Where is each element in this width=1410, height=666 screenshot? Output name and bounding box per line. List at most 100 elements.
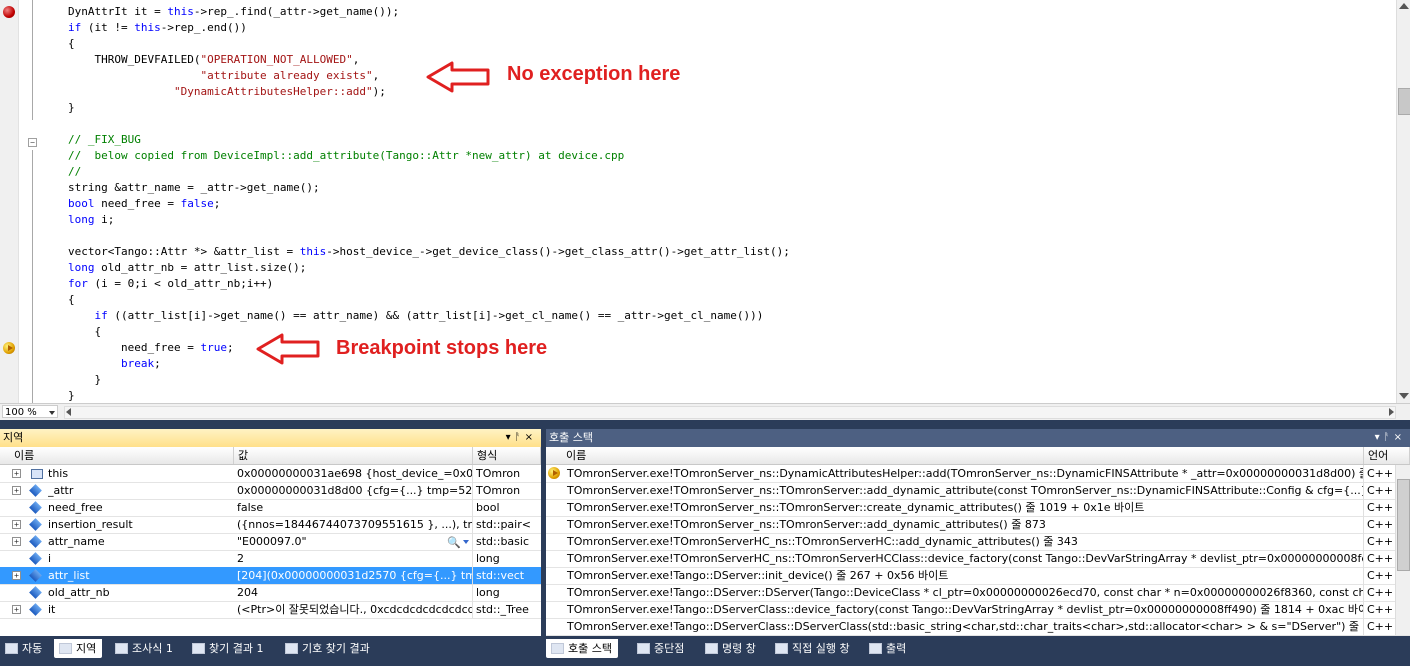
variable-value[interactable]: 0x00000000031d8d00 {cfg={...} tmp=5268 (234, 482, 473, 499)
code-editor[interactable]: − DynAttrIt it = this->rep_.find(_attr->… (0, 0, 1410, 403)
code-line[interactable]: if ((attr_list[i]->get_name() == attr_na… (68, 308, 790, 324)
code-line[interactable]: DynAttrIt it = this->rep_.find(_attr->ge… (68, 4, 790, 20)
table-row[interactable]: need_free false bool (0, 499, 541, 517)
collapse-region-icon[interactable]: − (28, 138, 37, 147)
column-header-name[interactable]: 이름 (546, 447, 1364, 464)
code-line[interactable]: // (68, 164, 790, 180)
code-line[interactable]: { (68, 292, 790, 308)
table-row[interactable]: + _attr 0x00000000031d8d00 {cfg={...} tmp=… (0, 482, 541, 500)
tab-2[interactable]: 명령 창 (700, 639, 762, 658)
callstack-frame-row[interactable]: TOmronServer.exe!TOmronServer_ns::TOmron… (546, 516, 1410, 534)
dropdown-icon[interactable]: ▾ (1375, 432, 1384, 443)
tab-4[interactable]: 출력 (864, 639, 912, 658)
callstack-frame-row[interactable]: TOmronServer.exe!TOmronServerHC_ns::TOmr… (546, 533, 1410, 551)
scroll-right-icon[interactable] (1389, 408, 1394, 416)
variable-type: TOmron (476, 484, 521, 497)
close-icon[interactable]: × (1394, 432, 1406, 443)
zoom-combobox[interactable]: 100 % (2, 405, 58, 418)
dropdown-icon[interactable]: ▾ (506, 432, 515, 443)
expand-icon[interactable]: + (12, 537, 21, 546)
scroll-thumb[interactable] (1398, 88, 1410, 115)
code-line[interactable]: long i; (68, 212, 790, 228)
variable-value[interactable]: 204 (234, 584, 473, 601)
tab-label: 기호 찾기 결과 (302, 642, 370, 655)
chevron-down-icon[interactable] (49, 411, 55, 415)
callstack-frame-row[interactable]: TOmronServer.exe!TOmronServer_ns::TOmron… (546, 499, 1410, 517)
code-line[interactable]: } (68, 372, 790, 388)
code-line[interactable]: // below copied from DeviceImpl::add_att… (68, 148, 790, 164)
breakpoint-icon[interactable] (3, 6, 15, 18)
current-statement-arrow-icon[interactable] (3, 342, 15, 354)
tab-0[interactable]: 자동 (0, 639, 48, 658)
scroll-left-icon[interactable] (66, 408, 71, 416)
column-header-type[interactable]: 형식 (473, 447, 541, 464)
editor-horizontal-scrollbar[interactable] (64, 406, 1396, 419)
text-visualizer-search-icon[interactable]: 🔍 (447, 534, 461, 551)
code-line[interactable]: { (68, 36, 790, 52)
pin-icon[interactable]: ᚨ (515, 432, 525, 443)
breakpoint-margin[interactable] (0, 0, 19, 403)
code-line[interactable]: bool need_free = false; (68, 196, 790, 212)
table-row[interactable]: + it (<Ptr>이 잘못되었습니다., 0xcdcdcdcdcdcdcd std… (0, 601, 541, 619)
code-line[interactable]: } (68, 100, 790, 116)
tab-1[interactable]: 지역 (54, 639, 103, 658)
callstack-frame-row[interactable]: TOmronServer.exe!Tango::DServerClass::DS… (546, 618, 1410, 636)
locals-title-bar[interactable]: 지역 ▾ᚨ× (0, 429, 541, 447)
code-line[interactable]: if (it != this->rep_.end()) (68, 20, 790, 36)
code-line[interactable]: } (68, 388, 790, 403)
table-row[interactable]: + insertion_result ({nnos=1844674407370955… (0, 516, 541, 534)
chevron-down-icon[interactable] (463, 540, 469, 544)
code-line[interactable] (68, 228, 790, 244)
code-token: ((attr_list[i]->get_name() == attr_name)… (107, 309, 764, 322)
table-row[interactable]: + attr_name "E000097.0" std::basic 🔍 (0, 533, 541, 551)
callstack-scrollbar[interactable] (1395, 465, 1410, 635)
tab-1[interactable]: 중단점 (632, 639, 690, 658)
callstack-frame-row[interactable]: TOmronServer.exe!TOmronServerHC_ns::TOmr… (546, 550, 1410, 568)
callstack-frame-row[interactable]: TOmronServer.exe!TOmronServer_ns::TOmron… (546, 482, 1410, 500)
tab-label: 직접 실행 창 (792, 642, 850, 655)
code-line[interactable] (68, 116, 790, 132)
pin-icon[interactable]: ᚨ (1384, 432, 1394, 443)
variable-value[interactable]: 0x00000000031ae698 {host_device_=0x00000 (234, 465, 473, 482)
callstack-frame-row[interactable]: TOmronServer.exe!Tango::DServer::init_de… (546, 567, 1410, 585)
column-header-language[interactable]: 언어 (1364, 447, 1410, 464)
code-comment: // below copied from DeviceImpl::add_att… (68, 149, 625, 162)
scroll-thumb[interactable] (1397, 479, 1410, 571)
tab-4[interactable]: 기호 찾기 결과 (280, 639, 376, 658)
variable-value[interactable]: ({nnos=18446744073709551615 }, ...), tru (234, 516, 473, 533)
close-icon[interactable]: × (525, 432, 537, 443)
table-row[interactable]: + attr_list [204](0x00000000031d2570 {cfg=… (0, 567, 541, 585)
code-line[interactable]: vector<Tango::Attr *> &attr_list = this-… (68, 244, 790, 260)
variable-value[interactable]: (<Ptr>이 잘못되었습니다., 0xcdcdcdcdcdcdcd (234, 601, 473, 618)
callstack-frame-row[interactable]: TOmronServer.exe!Tango::DServer::DServer… (546, 584, 1410, 602)
expand-icon[interactable]: + (12, 605, 21, 614)
tab-2[interactable]: 조사식 1 (110, 639, 179, 658)
column-header-name[interactable]: 이름 (0, 447, 234, 464)
table-row[interactable]: i 2 long (0, 550, 541, 568)
variable-value[interactable]: 2 (234, 550, 473, 567)
expand-icon[interactable]: + (12, 469, 21, 478)
table-row[interactable]: old_attr_nb 204 long (0, 584, 541, 602)
callstack-title-bar[interactable]: 호출 스택 ▾ᚨ× (546, 429, 1410, 447)
callstack-frame-row[interactable]: TOmronServer.exe!TOmronServer_ns::Dynami… (546, 465, 1410, 483)
variable-value[interactable]: "E000097.0" (234, 533, 473, 550)
expand-icon[interactable]: + (12, 486, 21, 495)
tab-3[interactable]: 찾기 결과 1 (187, 639, 269, 658)
tab-3[interactable]: 직접 실행 창 (770, 639, 856, 658)
callstack-frame-row[interactable]: TOmronServer.exe!Tango::DServerClass::de… (546, 601, 1410, 619)
expand-icon[interactable]: + (12, 571, 21, 580)
editor-vertical-scrollbar[interactable] (1396, 0, 1410, 403)
variable-name: need_free (48, 501, 103, 514)
code-line[interactable]: long old_attr_nb = attr_list.size(); (68, 260, 790, 276)
code-line[interactable]: string &attr_name = _attr->get_name(); (68, 180, 790, 196)
variable-value[interactable]: false (234, 499, 473, 516)
expand-icon[interactable]: + (12, 520, 21, 529)
table-row[interactable]: + this 0x00000000031ae698 {host_device_=0x… (0, 465, 541, 483)
scroll-up-icon[interactable] (1399, 3, 1409, 9)
scroll-down-icon[interactable] (1399, 393, 1409, 399)
variable-value[interactable]: [204](0x00000000031d2570 {cfg={...} tmp (234, 567, 473, 584)
code-line[interactable]: // _FIX_BUG (68, 132, 790, 148)
tab-0[interactable]: 호출 스택 (546, 639, 618, 658)
code-line[interactable]: for (i = 0;i < old_attr_nb;i++) (68, 276, 790, 292)
column-header-value[interactable]: 값 (234, 447, 473, 464)
